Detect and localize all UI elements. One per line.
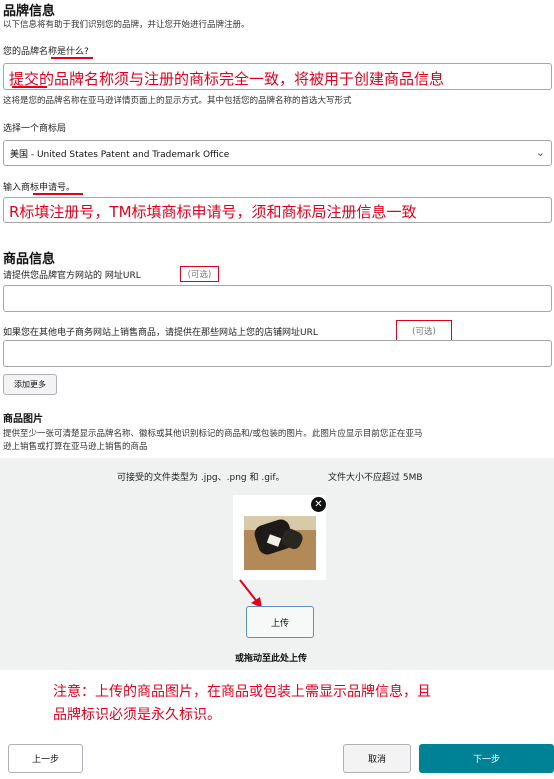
product-thumbnail <box>244 516 316 570</box>
chevron-down-icon: ⌄ <box>535 146 545 159</box>
store-url-input[interactable] <box>3 340 552 367</box>
file-types-text: 可接受的文件类型为 .jpg、.png 和 .gif。 <box>117 473 285 483</box>
images-desc-line1: 提供至少一张可清楚显示品牌名称、徽标或其他识别标记的商品和/或包装的图片。此图片… <box>3 429 423 439</box>
previous-button[interactable]: 上一步 <box>8 744 83 773</box>
website-url-input[interactable] <box>3 285 552 312</box>
trademark-office-label: 选择一个商标局 <box>3 124 67 134</box>
trademark-office-value: 美国 - United States Patent and Trademark … <box>10 149 230 160</box>
image-note-line2: 品牌标识必须是永久标识。 <box>53 707 221 723</box>
store-optional-tag: (可选) <box>396 320 452 342</box>
website-optional-tag: (可选) <box>180 266 219 282</box>
file-size-text: 文件大小不应超过 5MB <box>328 473 423 483</box>
brand-name-question: 您的品牌名称是什么? <box>3 47 89 57</box>
trademark-label-underline <box>33 193 83 195</box>
brand-info-subtitle: 以下信息将有助于我们识别您的品牌，并让您开始进行品牌注册。 <box>3 20 250 30</box>
brand-name-hint: 这将是您的品牌名称在亚马逊详情页面上的显示方式。其中包括您的品牌名称的首选大写形… <box>3 96 352 106</box>
product-info-title: 商品信息 <box>3 252 56 267</box>
add-more-button[interactable]: 添加更多 <box>3 374 57 395</box>
cancel-button[interactable]: 取消 <box>343 744 411 773</box>
trademark-office-select[interactable]: 美国 - United States Patent and Trademark … <box>3 140 552 166</box>
brand-name-underline <box>51 57 93 59</box>
images-desc-line2: 逊上销售或打算在亚马逊上销售的商品 <box>3 442 148 452</box>
website-label: 请提供您品牌官方网站的 网址URL <box>3 271 141 281</box>
image-note-line1: 注意：上传的商品图片，在商品或包装上需显示品牌信息，且 <box>53 684 431 700</box>
brand-name-annotation: 提交的品牌名称须与注册的商标完全一致，将被用于创建商品信息 <box>9 70 445 88</box>
product-images-title: 商品图片 <box>3 414 43 425</box>
upload-button[interactable]: 上传 <box>246 606 314 638</box>
annotation-underline <box>12 86 47 88</box>
trademark-number-label: 输入商标申请号。 <box>3 183 76 193</box>
drag-upload-text: 或拖动至此处上传 <box>235 654 308 664</box>
next-button[interactable]: 下一步 <box>419 744 554 773</box>
store-url-label: 如果您在其他电子商务网站上销售商品，请提供在那些网站上您的店铺网址URL <box>3 328 318 338</box>
brand-info-title: 品牌信息 <box>3 4 56 19</box>
trademark-annotation: R标填注册号，TM标填商标申请号，须和商标局注册信息一致 <box>9 203 417 221</box>
close-icon[interactable]: ✕ <box>311 497 326 512</box>
